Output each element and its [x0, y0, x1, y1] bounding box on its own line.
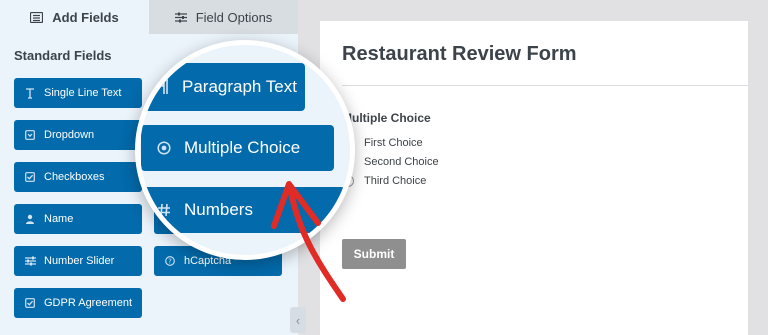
panel-tabs: Add Fields Field Options — [0, 0, 298, 34]
field-button-dropdown[interactable]: Dropdown — [14, 120, 142, 150]
choice-label: Second Choice — [364, 156, 439, 168]
choice-label: Third Choice — [364, 175, 427, 187]
text-cursor-icon — [24, 87, 36, 99]
multiple-choice-field-label: Multiple Choice — [342, 111, 431, 125]
field-button-single-line-text[interactable]: Single Line Text — [14, 78, 142, 108]
field-label: Name — [44, 213, 74, 225]
magnified-label: Numbers — [184, 200, 253, 219]
choice-option[interactable]: Third Choice — [342, 175, 426, 187]
field-label: GDPR Agreement — [44, 297, 133, 309]
magnified-label: Paragraph Text — [182, 77, 297, 96]
collapse-panel-button[interactable]: ‹ — [290, 307, 306, 333]
dropdown-icon — [24, 129, 36, 141]
hash-icon — [157, 203, 171, 217]
paragraph-icon — [157, 79, 169, 95]
choice-option[interactable]: Second Choice — [342, 156, 439, 168]
chevron-left-icon: ‹ — [295, 312, 301, 328]
radio-dot-icon — [157, 141, 171, 155]
checkbox-icon — [24, 171, 36, 183]
tab-field-options[interactable]: Field Options — [149, 0, 298, 34]
checkbox-icon — [24, 297, 36, 309]
field-label: Single Line Text — [44, 87, 122, 99]
form-title: Restaurant Review Form — [342, 43, 577, 65]
form-divider — [342, 85, 748, 86]
field-button-number-slider[interactable]: Number Slider — [14, 246, 142, 276]
field-label: Dropdown — [44, 129, 95, 141]
form-preview: Restaurant Review Form Multiple Choice F… — [320, 21, 748, 335]
sliders-icon — [24, 255, 36, 267]
magnified-label: Multiple Choice — [184, 138, 301, 157]
magnified-multiple-choice-button[interactable]: Multiple Choice — [141, 125, 334, 171]
tab-add-fields-label: Add Fields — [52, 9, 119, 25]
field-label: Checkboxes — [44, 171, 105, 183]
field-button-checkboxes[interactable]: Checkboxes — [14, 162, 142, 192]
choice-label: First Choice — [364, 137, 423, 149]
field-button-name[interactable]: Name — [14, 204, 142, 234]
magnified-numbers-button[interactable]: Numbers — [140, 187, 345, 233]
sliders-icon — [174, 12, 187, 23]
tab-add-fields[interactable]: Add Fields — [0, 0, 149, 34]
submit-button[interactable]: Submit — [342, 239, 406, 269]
section-title-standard-fields: Standard Fields — [14, 48, 112, 63]
user-icon — [24, 213, 36, 225]
field-label: Number Slider — [44, 255, 115, 267]
magnified-paragraph-text-button[interactable]: Paragraph Text — [140, 63, 305, 111]
question-circle-icon: ? — [164, 255, 176, 267]
magnifier-callout: Paragraph Text Multiple Choice Numbers — [135, 40, 355, 260]
list-icon — [30, 11, 44, 23]
tab-field-options-label: Field Options — [195, 9, 273, 25]
svg-text:?: ? — [168, 258, 172, 266]
field-button-gdpr-agreement[interactable]: GDPR Agreement — [14, 288, 142, 318]
